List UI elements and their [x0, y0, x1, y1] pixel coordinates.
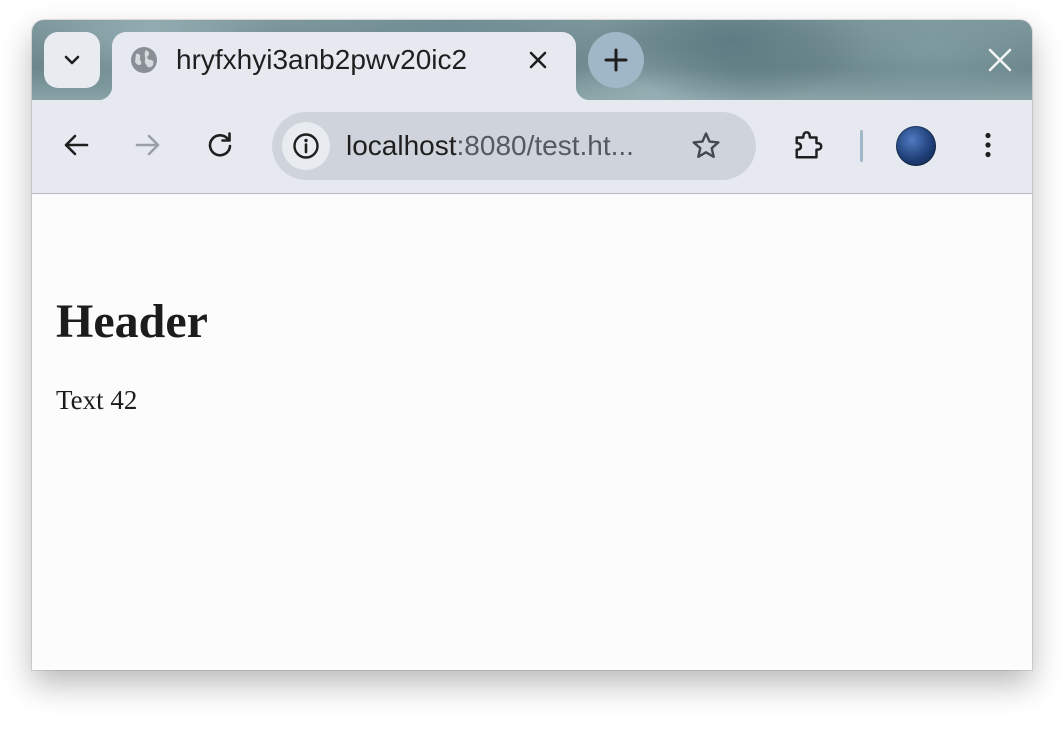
chevron-down-icon: [64, 55, 80, 65]
reload-icon: [208, 132, 232, 157]
address-bar-url[interactable]: localhost:8080/test.ht...: [346, 128, 634, 164]
close-icon[interactable]: [986, 46, 1014, 74]
browser-window: hryfxhyi3anb2pwv20ic2 localhost:8080/tes…: [32, 20, 1032, 670]
browser-menu-button[interactable]: [972, 129, 1004, 161]
forward-button[interactable]: [132, 129, 164, 161]
arrow-left-icon: [64, 134, 89, 156]
tab-strip: hryfxhyi3anb2pwv20ic2: [32, 20, 1032, 100]
more-vertical-icon: [985, 132, 991, 158]
tab-search-button[interactable]: [44, 32, 100, 88]
avatar[interactable]: [896, 126, 936, 166]
url-path: :8080/test.ht...: [456, 130, 634, 161]
info-icon: [293, 133, 319, 159]
reload-button[interactable]: [204, 129, 236, 161]
new-tab-button[interactable]: [588, 32, 644, 88]
close-icon[interactable]: [526, 48, 550, 72]
globe-icon: [131, 47, 157, 73]
url-host: localhost: [346, 130, 457, 161]
page-viewport: Header Text 42: [32, 194, 1032, 670]
puzzle-icon: [795, 131, 823, 159]
browser-toolbar: localhost:8080/test.ht...: [32, 100, 1032, 194]
arrow-right-icon: [135, 134, 160, 156]
page-paragraph: Text 42: [56, 385, 138, 415]
star-icon[interactable]: [690, 130, 722, 162]
page-heading: Header: [56, 295, 208, 348]
active-tab[interactable]: hryfxhyi3anb2pwv20ic2: [98, 32, 590, 100]
address-bar[interactable]: localhost:8080/test.ht...: [272, 112, 756, 180]
toolbar-divider: [860, 130, 863, 162]
site-info-button[interactable]: [282, 122, 330, 170]
back-button[interactable]: [60, 129, 92, 161]
tab-title: hryfxhyi3anb2pwv20ic2: [176, 44, 468, 75]
plus-icon: [604, 48, 628, 72]
extensions-button[interactable]: [792, 129, 824, 161]
